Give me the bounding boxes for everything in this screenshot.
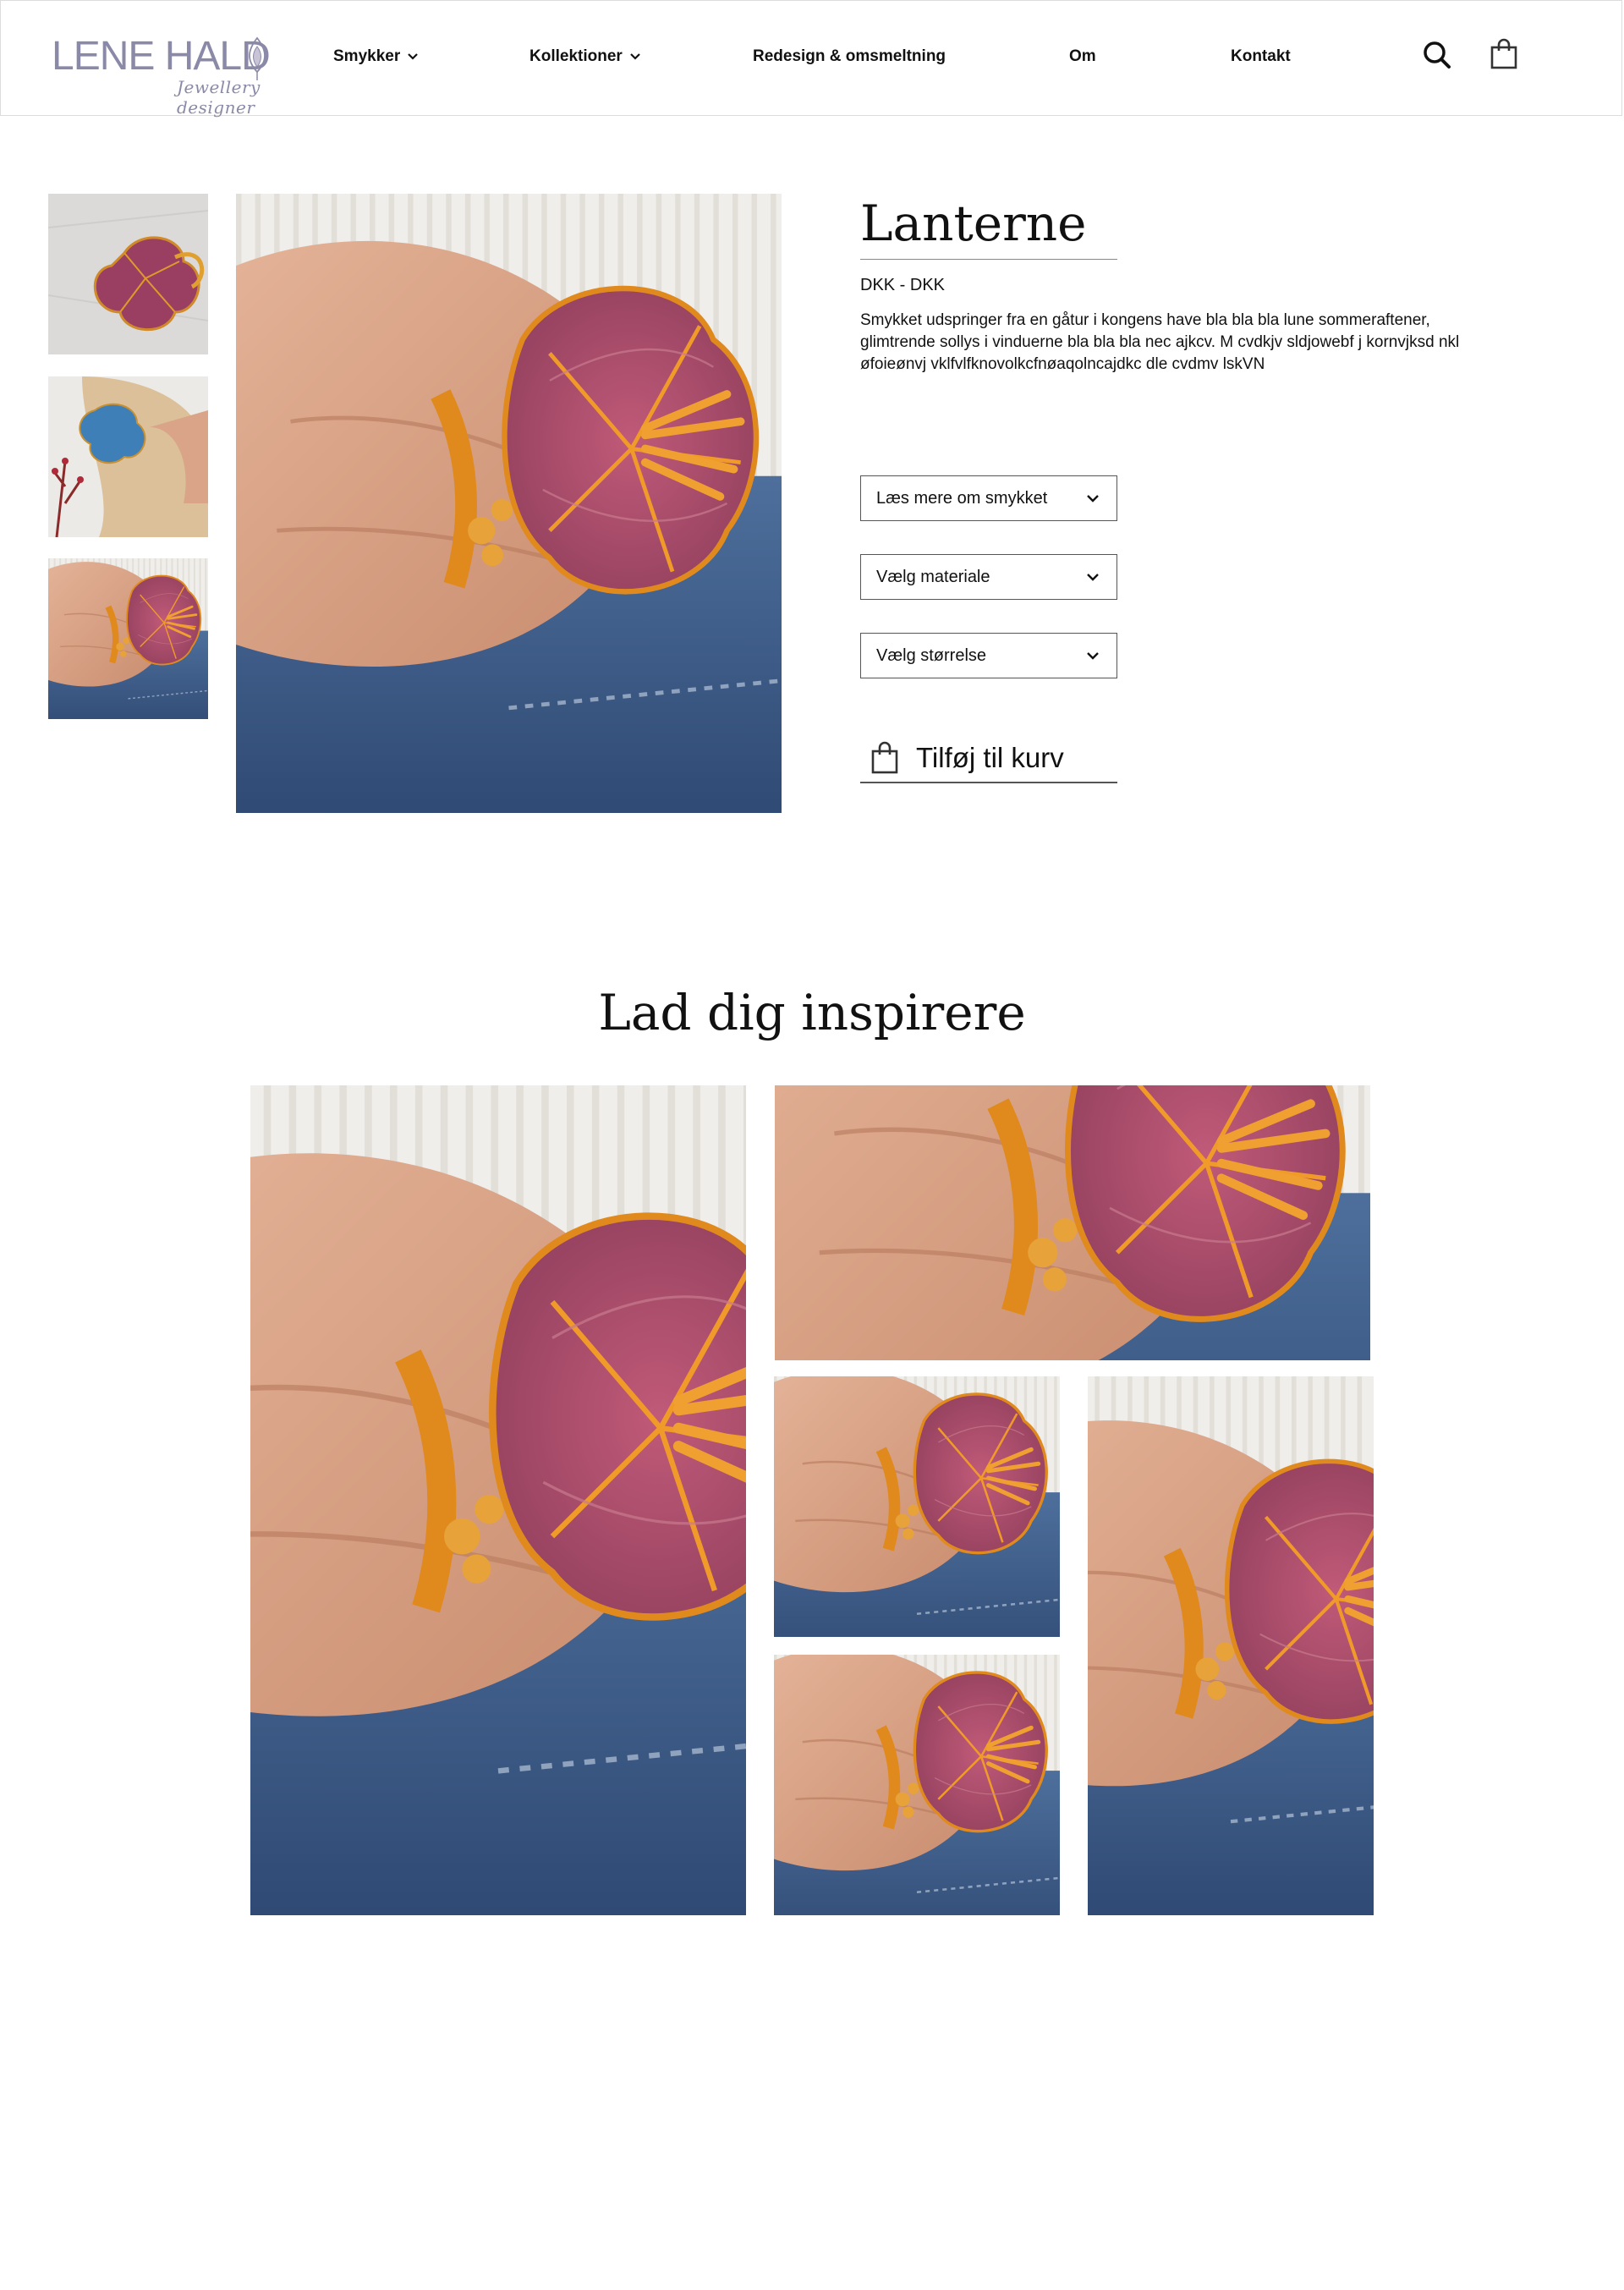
pink-ring-hand-image: [775, 1085, 1370, 1360]
product-main-image[interactable]: [236, 194, 782, 813]
add-to-cart-underline: [860, 782, 1117, 783]
nav-label: Kontakt: [1231, 47, 1291, 65]
shopping-bag-icon: [871, 741, 898, 774]
product-title: Lanterne: [860, 195, 1087, 252]
pink-ring-hand-image: [236, 194, 782, 813]
inspiration-photo-2[interactable]: [775, 1085, 1370, 1360]
inspiration-photo-3[interactable]: [774, 1376, 1060, 1637]
size-select[interactable]: Vælg størrelse: [860, 633, 1117, 678]
nav-kontakt[interactable]: Kontakt: [1231, 47, 1291, 66]
chevron-down-icon: [1087, 652, 1099, 660]
chevron-down-icon: [630, 53, 640, 60]
thumbnail-2[interactable]: [48, 376, 208, 537]
nav-kollektioner[interactable]: Kollektioner: [529, 47, 641, 66]
product-description: Smykket udspringer fra en gåtur i kongen…: [860, 311, 1460, 373]
inspiration-photo-5[interactable]: [1088, 1376, 1374, 1915]
pink-ring-hand-image: [250, 1085, 746, 1915]
brand-logo[interactable]: LENE HALD Jewellery designer: [52, 30, 285, 118]
nav-label: Kollektioner: [529, 47, 623, 65]
nav-label: Redesign & omsmeltning: [753, 47, 946, 65]
inspiration-title: Lad dig inspirere: [598, 984, 1026, 1041]
nav-label: Smykker: [333, 47, 401, 65]
nav-om[interactable]: Om: [1069, 47, 1096, 66]
brand-name: LENE HALD: [52, 34, 271, 79]
nav-label: Om: [1069, 47, 1096, 65]
blue-ring-model-image: [48, 376, 208, 537]
nav-smykker[interactable]: Smykker: [333, 47, 419, 66]
add-to-cart-button[interactable]: Tilføj til kurv: [860, 733, 1117, 783]
material-select[interactable]: Vælg materiale: [860, 554, 1117, 600]
add-to-cart-label: Tilføj til kurv: [916, 742, 1064, 773]
pink-ring-hand-image: [774, 1376, 1060, 1637]
thumbnail-1[interactable]: [48, 194, 208, 354]
lantern-drop-icon: [249, 36, 266, 80]
brand-tagline: Jewellery designer: [177, 77, 261, 118]
product-price: DKK - DKK: [860, 276, 946, 294]
select-label: Læs mere om smykket: [876, 488, 1048, 508]
nav-redesign[interactable]: Redesign & omsmeltning: [753, 47, 946, 66]
pink-ring-hand-image: [1088, 1376, 1374, 1915]
ring-marble-image: [48, 194, 208, 354]
read-more-dropdown[interactable]: Læs mere om smykket: [860, 475, 1117, 521]
title-divider: [860, 259, 1117, 260]
chevron-down-icon: [1087, 574, 1099, 581]
pink-ring-hand-image: [48, 558, 208, 719]
select-label: Vælg materiale: [876, 567, 990, 586]
pink-ring-hand-image: [774, 1655, 1060, 1915]
site-header: LENE HALD Jewellery designer Smykker Kol…: [0, 0, 1622, 118]
inspiration-photo-1[interactable]: [250, 1085, 746, 1915]
select-label: Vælg størrelse: [876, 645, 987, 665]
chevron-down-icon: [408, 53, 419, 60]
search-icon[interactable]: [1422, 40, 1452, 70]
shopping-bag-icon[interactable]: [1490, 38, 1518, 70]
chevron-down-icon: [1087, 495, 1099, 502]
thumbnail-3[interactable]: [48, 558, 208, 719]
inspiration-photo-4[interactable]: [774, 1655, 1060, 1915]
